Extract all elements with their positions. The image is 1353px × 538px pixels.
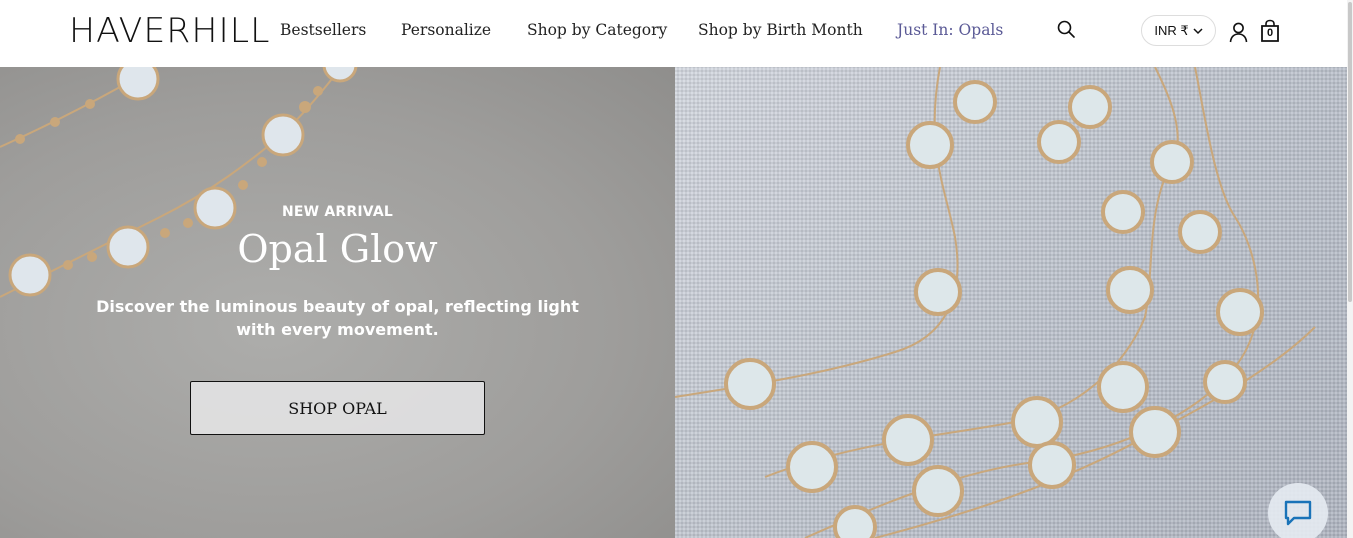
page-scrollbar[interactable]	[1347, 0, 1353, 538]
site-header: HAVERHILL Bestsellers Personalize Shop b…	[0, 0, 1353, 67]
cart-button[interactable]: 0	[1259, 19, 1281, 43]
nav-item-shop-by-category[interactable]: Shop by Category	[527, 21, 667, 39]
nav-item-just-in-opals[interactable]: Just In: Opals	[897, 21, 1003, 39]
nav-item-shop-by-birth-month[interactable]: Shop by Birth Month	[698, 21, 863, 39]
hero-right-panel	[675, 67, 1347, 538]
scrollbar-thumb[interactable]	[1348, 2, 1352, 302]
hero-eyebrow: NEW ARRIVAL	[281, 204, 394, 220]
brand-logo[interactable]: HAVERHILL	[69, 12, 270, 50]
currency-selector[interactable]: INR ₹	[1141, 15, 1216, 46]
opal-bracelets-image	[675, 67, 1316, 538]
chevron-down-icon	[1193, 27, 1203, 34]
hero-title: Opal Glow	[237, 227, 438, 271]
shop-opal-button[interactable]: SHOP OPAL	[190, 381, 485, 435]
chat-button[interactable]	[1268, 483, 1328, 538]
user-icon[interactable]	[1228, 21, 1249, 43]
search-icon[interactable]	[1056, 19, 1076, 39]
hero-left-panel: NEW ARRIVAL Opal Glow Discover the lumin…	[0, 67, 675, 538]
cart-count: 0	[1266, 27, 1274, 39]
currency-label: INR ₹	[1154, 22, 1189, 38]
chat-bubble-icon	[1284, 500, 1312, 526]
nav-item-bestsellers[interactable]: Bestsellers	[280, 21, 366, 39]
nav-item-personalize[interactable]: Personalize	[401, 21, 491, 39]
hero-description: Discover the luminous beauty of opal, re…	[96, 297, 579, 339]
